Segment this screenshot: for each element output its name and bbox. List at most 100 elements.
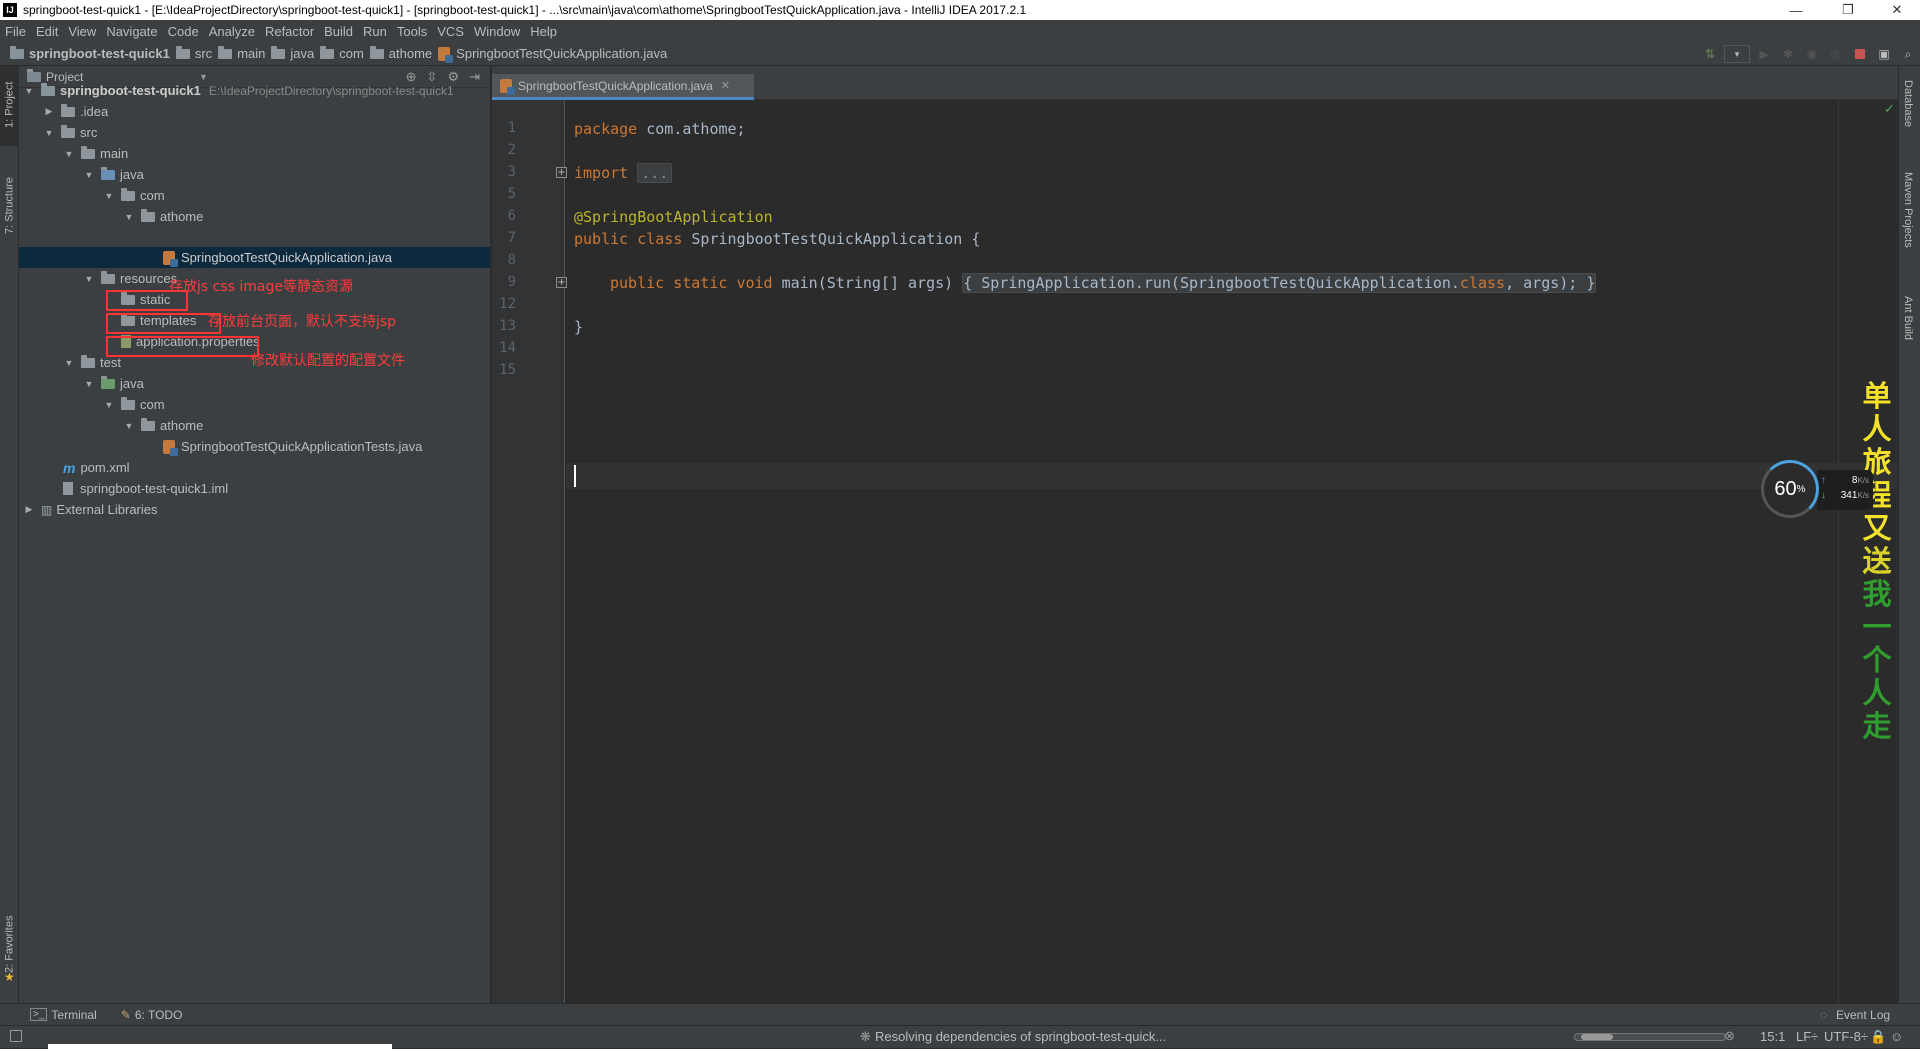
status-message[interactable]: Resolving dependencies of springboot-tes…: [875, 1029, 1166, 1044]
resources-folder-icon: [101, 270, 115, 284]
code-line-3[interactable]: import ...: [574, 163, 673, 183]
tree-item-test-athome[interactable]: ▼ athome: [123, 415, 203, 436]
menu-file[interactable]: File: [0, 24, 31, 39]
folder-icon: [175, 45, 190, 59]
menu-run[interactable]: Run: [358, 24, 392, 39]
tree-item-main[interactable]: ▼ main: [63, 143, 128, 164]
tree-item-pom[interactable]: m pom.xml: [63, 457, 130, 478]
folder-icon: [320, 45, 335, 59]
code-text: SpringApplication.run(SpringbootTestQuic…: [972, 274, 1460, 292]
close-button[interactable]: ✕: [1874, 0, 1920, 20]
tab-todo[interactable]: 6: TODO: [135, 1008, 183, 1022]
stop-icon[interactable]: [1850, 45, 1870, 63]
lyric-char: 人: [1862, 412, 1892, 446]
lock-icon[interactable]: 🔒: [1870, 1029, 1886, 1045]
code-line-6[interactable]: @SpringBootApplication: [574, 208, 773, 226]
breadcrumb-project-label: springboot-test-quick1: [29, 46, 170, 61]
lyric-char: 我: [1862, 577, 1892, 611]
tree-item-com[interactable]: ▼ com: [103, 185, 165, 206]
tree-item-test-java[interactable]: ▼ java: [83, 373, 144, 394]
breadcrumb-main[interactable]: main: [218, 45, 265, 61]
menu-edit[interactable]: Edit: [31, 24, 63, 39]
profile-icon[interactable]: ◎: [1826, 45, 1846, 63]
debug-icon[interactable]: ✱: [1778, 45, 1798, 63]
tree-item-idea[interactable]: ▶ .idea: [43, 101, 108, 122]
menu-code[interactable]: Code: [163, 24, 204, 39]
menu-build[interactable]: Build: [319, 24, 358, 39]
tree-item-test-com[interactable]: ▼ com: [103, 394, 165, 415]
folded-imports[interactable]: ...: [637, 163, 673, 183]
editor-area: SpringbootTestQuickApplication.java ✕ 1 …: [492, 66, 1898, 1003]
usage-percent: 60: [1774, 477, 1797, 500]
tree-item-java[interactable]: ▼ java: [83, 164, 144, 185]
tab-event-log[interactable]: Event Log: [1836, 1008, 1890, 1022]
file-encoding[interactable]: UTF-8÷: [1824, 1029, 1868, 1044]
menu-refactor[interactable]: Refactor: [260, 24, 319, 39]
menu-tools[interactable]: Tools: [392, 24, 432, 39]
libraries-icon: ▥: [41, 502, 53, 517]
restore-button[interactable]: ❐: [1825, 0, 1871, 20]
java-class-icon: [163, 439, 178, 456]
java-class-icon: [438, 46, 454, 63]
search-everywhere-icon[interactable]: ⌕: [1898, 45, 1918, 63]
network-speed-widget[interactable]: ↑ 8K/s ↓ 341K/s 60%: [1761, 460, 1873, 518]
keyword: public: [574, 230, 629, 248]
line-separator[interactable]: LF÷: [1796, 1029, 1818, 1044]
hide-icon[interactable]: ⇥: [469, 69, 480, 85]
breadcrumb-athome[interactable]: athome: [369, 45, 432, 61]
tree-item-label: athome: [160, 418, 204, 433]
tree-root-path: E:\IdeaProjectDirectory\springboot-test-…: [208, 83, 454, 98]
project-panel: Project ▼ ⊕ ⇳ ⚙ ⇥ ▼ springboot-test-quic…: [19, 66, 491, 1003]
annotation-properties-text: 修改默认配置的配置文件: [251, 353, 405, 369]
module-folder-icon: [41, 82, 55, 96]
window-title: springboot-test-quick1 - [E:\IdeaProject…: [23, 3, 1027, 17]
tab-database[interactable]: Database: [1902, 80, 1914, 127]
run-config-dropdown[interactable]: ▾: [1724, 45, 1750, 63]
memory-usage-gauge: 60%: [1761, 460, 1819, 518]
coverage-icon[interactable]: ◉: [1802, 45, 1822, 63]
editor-tab-application[interactable]: SpringbootTestQuickApplication.java ✕: [492, 74, 754, 100]
inspection-ok-icon[interactable]: ✓: [1884, 102, 1895, 117]
menu-view[interactable]: View: [63, 24, 101, 39]
menu-vcs[interactable]: VCS: [432, 24, 469, 39]
breadcrumb-src[interactable]: src: [175, 45, 212, 61]
cancel-progress-icon[interactable]: ⊗: [1724, 1028, 1735, 1044]
tree-item-resources[interactable]: ▼ resources: [83, 268, 177, 289]
tab-project[interactable]: 1: Project: [0, 70, 19, 140]
desktop-lyric-overlay: 单 人 旅 程 又 送 我 一 个 人 走: [1860, 380, 1894, 743]
inspector-icon[interactable]: ☺: [1890, 1029, 1903, 1044]
code-line-1[interactable]: package com.athome;: [574, 120, 746, 138]
run-icon[interactable]: ▶: [1754, 45, 1774, 63]
tab-maven-projects[interactable]: Maven Projects: [1902, 172, 1914, 248]
tree-item-application-tests[interactable]: SpringbootTestQuickApplicationTests.java: [163, 436, 422, 457]
tab-terminal[interactable]: Terminal: [51, 1008, 96, 1022]
close-tab-icon[interactable]: ✕: [721, 79, 730, 92]
toggle-tool-windows-icon[interactable]: [10, 1030, 22, 1042]
breadcrumb-file[interactable]: SpringbootTestQuickApplication.java: [438, 46, 667, 63]
project-structure-icon[interactable]: ▣: [1874, 45, 1894, 63]
tree-item-src[interactable]: ▼ src: [43, 122, 97, 143]
minimize-button[interactable]: —: [1773, 0, 1819, 20]
tab-structure[interactable]: 7: Structure: [0, 166, 19, 246]
code-line-9[interactable]: public static void main(String[] args) {…: [610, 273, 1597, 293]
menu-window[interactable]: Window: [469, 24, 525, 39]
fold-expand-icon[interactable]: +: [556, 277, 567, 288]
tree-item-athome[interactable]: ▼ athome: [123, 206, 203, 227]
tree-item-application-java[interactable]: SpringbootTestQuickApplication.java: [163, 247, 392, 268]
code-line-13[interactable]: }: [574, 318, 583, 336]
menu-help[interactable]: Help: [525, 24, 562, 39]
tree-item-label: test: [100, 355, 121, 370]
breadcrumb-java[interactable]: java: [271, 45, 314, 61]
breadcrumb-com[interactable]: com: [320, 45, 364, 61]
build-icon[interactable]: ⇅: [1700, 45, 1720, 63]
tab-ant-build[interactable]: Ant Build: [1902, 296, 1914, 340]
tree-root[interactable]: ▼ springboot-test-quick1 E:\IdeaProjectD…: [23, 80, 454, 101]
menu-analyze[interactable]: Analyze: [204, 24, 260, 39]
fold-expand-icon[interactable]: +: [556, 167, 567, 178]
tree-item-iml[interactable]: springboot-test-quick1.iml: [63, 478, 228, 499]
code-line-7[interactable]: public class SpringbootTestQuickApplicat…: [574, 230, 980, 248]
tree-item-external-libraries[interactable]: ▶ ▥ External Libraries: [23, 499, 158, 520]
caret-position[interactable]: 15:1: [1760, 1029, 1785, 1044]
breadcrumb-project[interactable]: springboot-test-quick1: [10, 45, 170, 61]
menu-navigate[interactable]: Navigate: [101, 24, 162, 39]
